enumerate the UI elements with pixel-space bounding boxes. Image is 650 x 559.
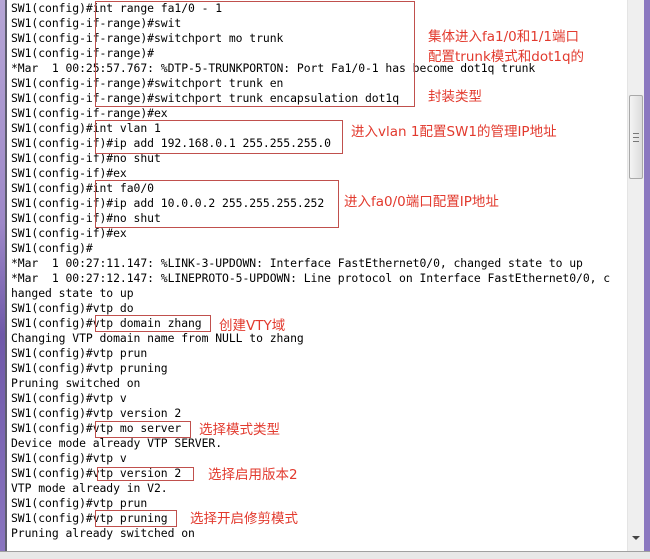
terminal-line: SW1(config-if)#no shut <box>11 211 161 225</box>
terminal-line: SW1(config-if)#no shut <box>11 151 161 165</box>
annotation-note-vtp-pruning: 选择开启修剪模式 <box>190 511 298 527</box>
annotation-note-vtp-domain: 创建VTY域 <box>219 318 286 334</box>
terminal-line: SW1(config)#vtp domain zhang <box>11 316 202 330</box>
window-left-edge <box>5 0 7 558</box>
terminal-line: SW1(config)#int fa0/0 <box>11 181 154 195</box>
terminal-line: SW1(config)#vtp version 2 <box>11 406 182 420</box>
annotation-note-vtp-version: 选择启用版本2 <box>208 467 298 483</box>
terminal-line: SW1(config)#vtp prun <box>11 496 148 510</box>
annotation-note-trunk: 集体进入fa1/0和1/1端口 配置trunk模式和dot1q的 封装类型 <box>428 29 585 105</box>
annotation-note-vlan1: 进入vlan 1配置SW1的管理IP地址 <box>351 124 557 140</box>
terminal-line: *Mar 1 00:27:11.147: %LINK-3-UPDOWN: Int… <box>11 256 583 270</box>
terminal-line: SW1(config)#vtp prun <box>11 346 148 360</box>
terminal-line: VTP mode already in V2. <box>11 481 168 495</box>
terminal-line: SW1(config)#vtp v <box>11 391 127 405</box>
annotation-note-vtp-mode: 选择模式类型 <box>199 422 280 438</box>
terminal-line: SW1(config)#vtp v <box>11 451 127 465</box>
terminal-line: Device mode already VTP SERVER. <box>11 436 223 450</box>
terminal-line: hanged state to up <box>11 286 134 300</box>
terminal-line: SW1(config)# <box>11 241 93 255</box>
terminal-line: Pruning switched on <box>11 376 141 390</box>
terminal-line: Changing VTP domain name from NULL to zh… <box>11 331 304 345</box>
terminal-line: *Mar 1 00:27:12.147: %LINEPROTO-5-UPDOWN… <box>11 271 611 285</box>
terminal-line: SW1(config)#vtp mo server <box>11 421 182 435</box>
terminal-line: SW1(config-if)#ex <box>11 166 127 180</box>
terminal-line: SW1(config)#vtp version 2 <box>11 466 182 480</box>
terminal-line: SW1(config)#vtp pruning <box>11 361 168 375</box>
terminal-line: SW1(config-if)#ex <box>11 226 127 240</box>
window-right-border <box>644 0 650 558</box>
vertical-scrollbar[interactable] <box>627 0 645 551</box>
annotation-note-fa00: 进入fa0/0端口配置IP地址 <box>344 194 499 210</box>
terminal-line: Pruning already switched on <box>11 526 195 540</box>
scroll-down-arrow-icon[interactable] <box>632 536 640 540</box>
scrollbar-thumb[interactable] <box>629 95 643 179</box>
terminal-window: SW1(config)#int range fa1/0 - 1 SW1(confi… <box>0 0 650 559</box>
terminal-line: SW1(config)#vtp pruning <box>11 511 168 525</box>
terminal-line: SW1(config-if-range)#ex <box>11 106 168 120</box>
terminal-line: SW1(config)#int range fa1/0 - 1 <box>11 1 223 15</box>
terminal-line: SW1(config-if)#ip add 10.0.0.2 255.255.2… <box>11 196 325 210</box>
grip-icon <box>633 133 639 145</box>
terminal-line: SW1(config)#vtp do <box>11 301 134 315</box>
